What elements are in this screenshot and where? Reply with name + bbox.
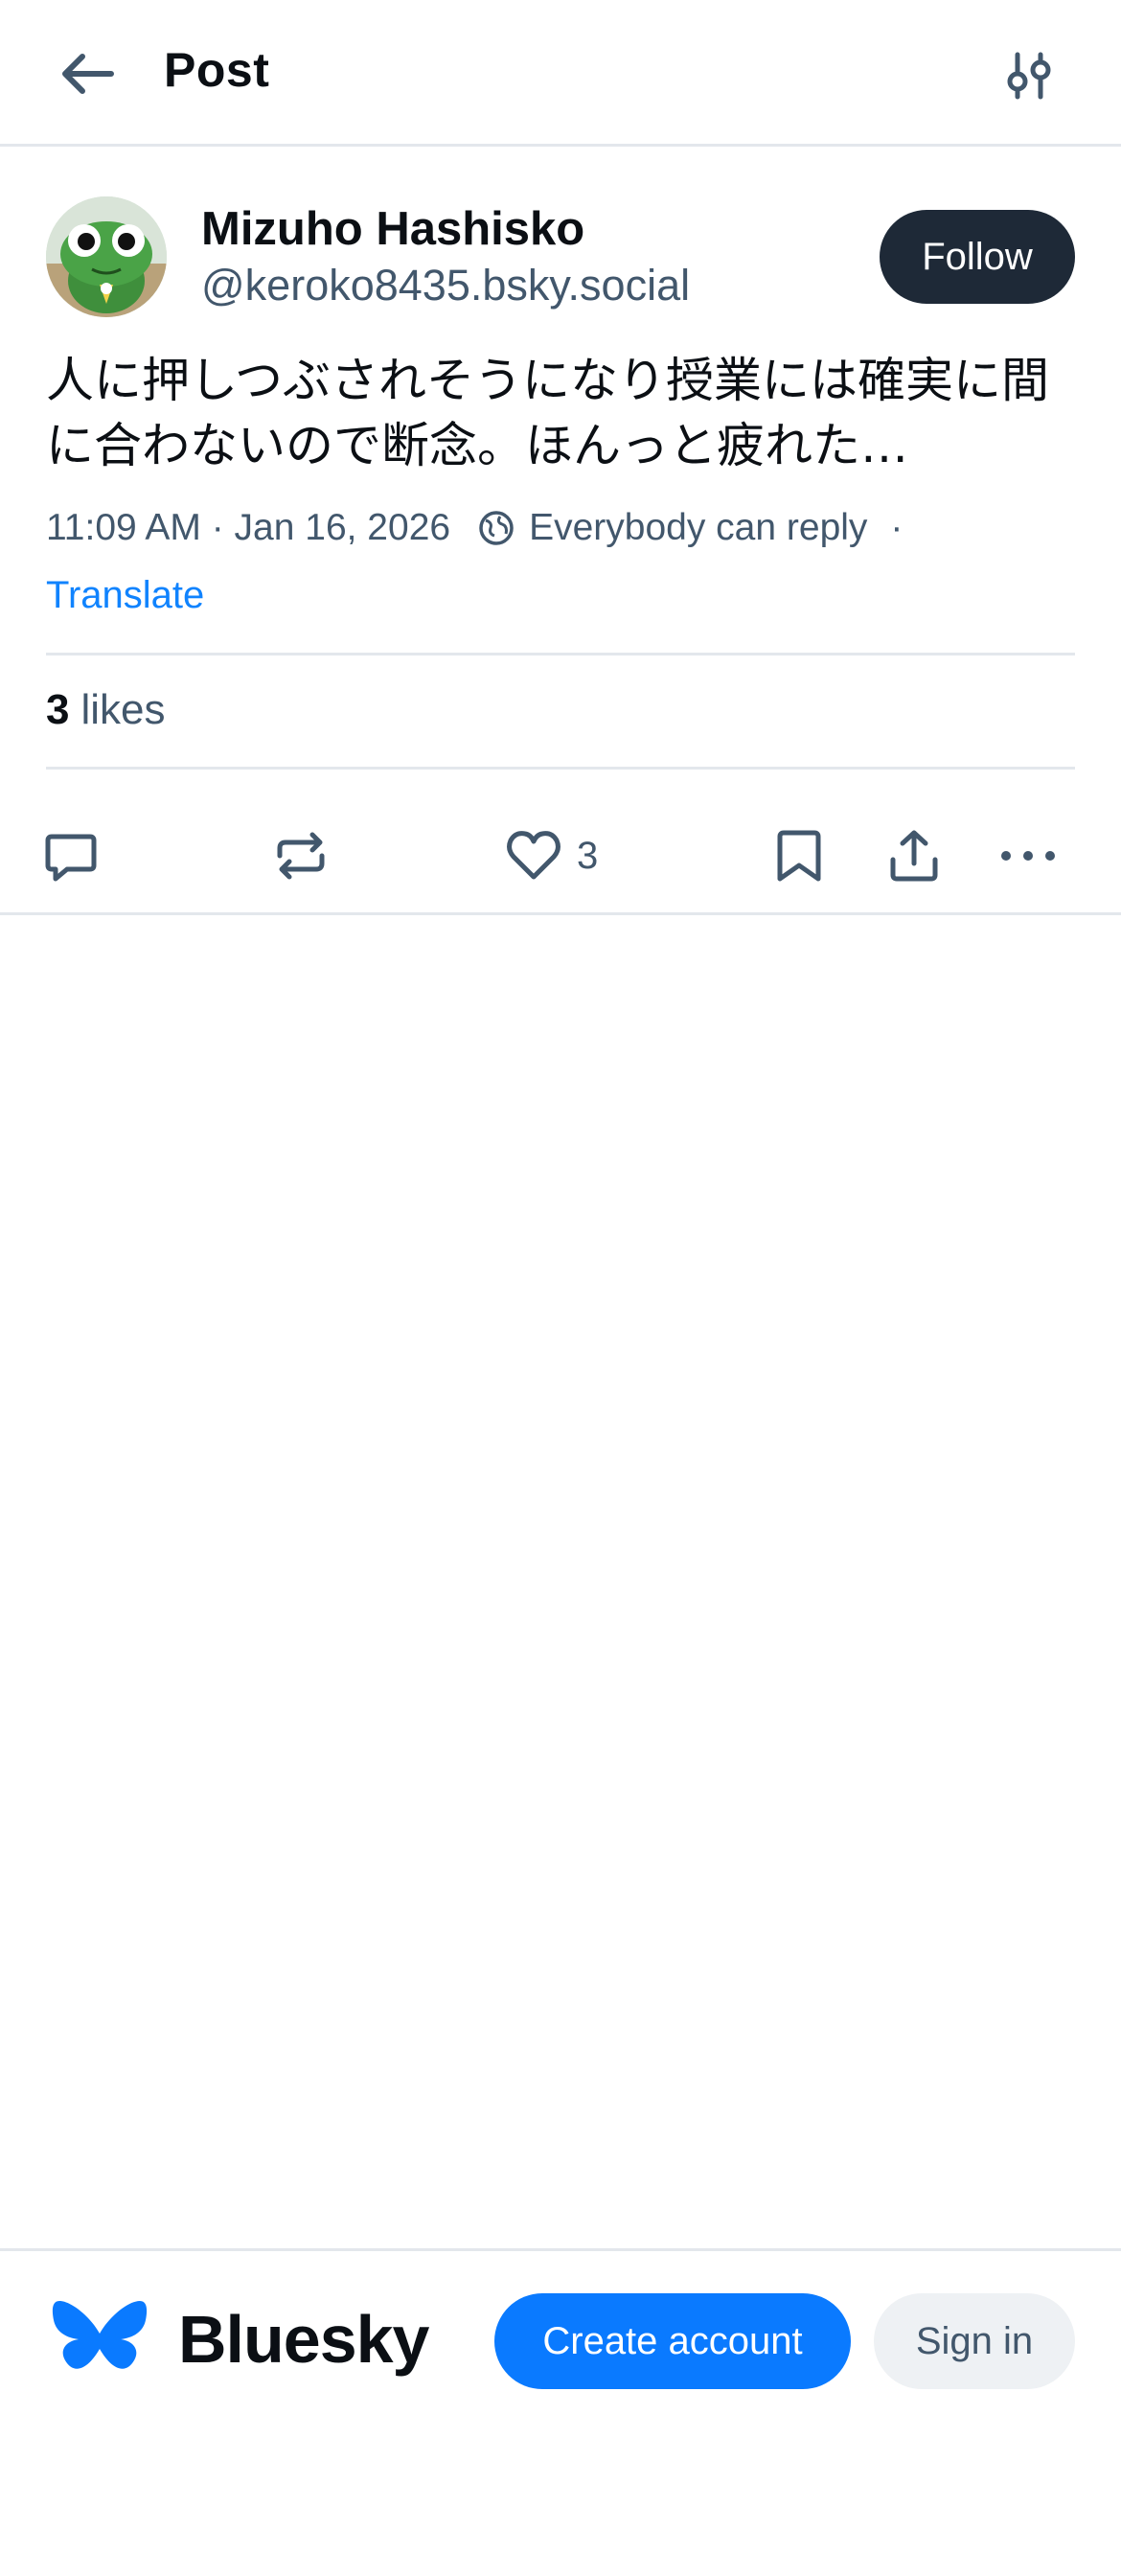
logged-out-footer: Bluesky Create account Sign in xyxy=(0,2248,1121,2576)
frog-avatar-image xyxy=(46,196,167,317)
thread-settings-button[interactable] xyxy=(989,38,1069,113)
more-dots-icon xyxy=(1001,851,1055,861)
share-button[interactable] xyxy=(885,798,943,913)
brand-name: Bluesky xyxy=(178,2302,429,2377)
arrow-left-icon xyxy=(62,54,114,94)
reply-setting[interactable]: Everybody can reply xyxy=(529,507,867,549)
post-text-line: に合わないので断念。ほんっと疲れた… xyxy=(46,418,908,473)
sliders-icon xyxy=(1007,52,1051,100)
meta-separator: · xyxy=(890,507,904,548)
bookmark-button[interactable] xyxy=(772,798,826,913)
post-meta: 11:09 AM · Jan 16, 2026 Everybody can re… xyxy=(46,507,1081,549)
likes-label: likes xyxy=(80,686,166,733)
repost-button[interactable] xyxy=(272,798,330,913)
like-button[interactable]: 3 xyxy=(504,798,598,913)
back-button[interactable] xyxy=(46,36,126,111)
avatar[interactable] xyxy=(46,196,167,317)
heart-icon xyxy=(507,831,560,880)
divider xyxy=(46,767,1075,770)
divider xyxy=(46,653,1075,656)
bookmark-icon xyxy=(777,830,821,882)
likes-number: 3 xyxy=(46,686,70,733)
bluesky-logo[interactable]: Bluesky xyxy=(52,2297,429,2381)
author-handle[interactable]: @keroko8435.bsky.social xyxy=(201,261,690,310)
post-timestamp[interactable]: 11:09 AM · Jan 16, 2026 xyxy=(46,507,450,549)
top-bar: Post xyxy=(0,0,1121,147)
likes-count[interactable]: 3 likes xyxy=(46,686,166,734)
like-count: 3 xyxy=(577,834,599,877)
comment-icon xyxy=(45,834,97,882)
share-icon xyxy=(890,830,938,882)
post-text-line: 人に押しつぶされそうになり授業には確実に間 xyxy=(46,353,1049,408)
sign-in-button[interactable]: Sign in xyxy=(874,2293,1075,2389)
follow-button[interactable]: Follow xyxy=(880,210,1075,304)
author-display-name[interactable]: Mizuho Hashisko xyxy=(201,202,584,256)
post-text: 人に押しつぶされそうになり授業には確実に間 に合わないので断念。ほんっと疲れた… xyxy=(46,348,1081,478)
post-actions: 3 xyxy=(0,798,1121,913)
more-options-button[interactable] xyxy=(998,798,1058,913)
page-title: Post xyxy=(164,43,270,97)
repost-icon xyxy=(277,832,325,880)
divider xyxy=(0,912,1121,915)
butterfly-icon xyxy=(52,2301,148,2369)
reply-button[interactable] xyxy=(42,798,100,913)
globe-icon xyxy=(477,509,515,547)
create-account-button[interactable]: Create account xyxy=(494,2293,851,2389)
translate-link[interactable]: Translate xyxy=(46,574,204,617)
